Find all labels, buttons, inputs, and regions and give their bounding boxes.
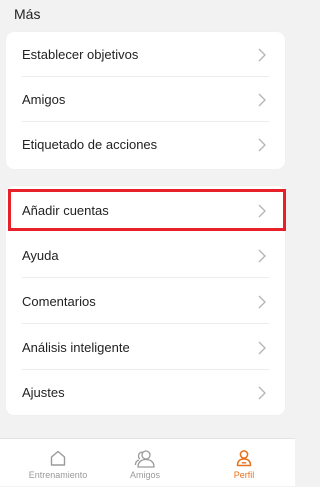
chevron-right-icon xyxy=(258,204,266,217)
chevron-right-icon xyxy=(258,138,266,151)
list-item-label: Amigos xyxy=(22,91,66,107)
list-item-comentarios[interactable]: Comentarios xyxy=(6,279,285,324)
nav-tab-perfil[interactable]: Perfil xyxy=(194,439,294,487)
nav-label: Amigos xyxy=(129,470,160,480)
chevron-right-icon xyxy=(258,249,266,262)
chevron-right-icon xyxy=(258,48,266,61)
nav-label: Perfil xyxy=(233,470,255,480)
profile-icon xyxy=(236,450,252,467)
list-item-label: Ajustes xyxy=(22,384,65,400)
home-icon xyxy=(50,450,66,466)
divider xyxy=(22,323,269,324)
bottom-nav: Entrenamiento Amigos Perfil xyxy=(0,438,295,486)
list-item-amigos[interactable]: Amigos xyxy=(6,77,285,122)
chevron-right-icon xyxy=(258,386,266,399)
nav-tab-entrenamiento[interactable]: Entrenamiento xyxy=(8,439,108,487)
chevron-right-icon xyxy=(258,295,266,308)
list-item-label: Etiquetado de acciones xyxy=(22,136,158,152)
divider xyxy=(22,277,269,278)
list-item-label: Análisis inteligente xyxy=(22,339,130,355)
list-item-anadir-cuentas[interactable]: Añadir cuentas xyxy=(6,188,285,233)
list-item-label: Comentarios xyxy=(22,293,96,309)
settings-card-2: Añadir cuentas Ayuda Comentarios Análisi… xyxy=(6,186,285,415)
list-item-establecer-objetivos[interactable]: Establecer objetivos xyxy=(6,32,285,77)
nav-tab-amigos[interactable]: Amigos xyxy=(95,439,195,487)
list-item-analisis-inteligente[interactable]: Análisis inteligente xyxy=(6,325,285,370)
settings-card-1: Establecer objetivos Amigos Etiquetado d… xyxy=(6,32,285,169)
chevron-right-icon xyxy=(258,341,266,354)
list-item-ayuda[interactable]: Ayuda xyxy=(6,233,285,278)
list-item-label: Ayuda xyxy=(22,247,59,263)
list-item-label: Añadir cuentas xyxy=(22,202,109,218)
list-item-etiquetado-de-acciones[interactable]: Etiquetado de acciones xyxy=(6,122,285,167)
section-title: Más xyxy=(14,6,41,22)
list-item-ajustes[interactable]: Ajustes xyxy=(6,370,285,415)
chevron-right-icon xyxy=(258,93,266,106)
list-item-label: Establecer objetivos xyxy=(22,46,139,62)
nav-label: Entrenamiento xyxy=(28,470,88,480)
friends-icon xyxy=(134,450,155,468)
